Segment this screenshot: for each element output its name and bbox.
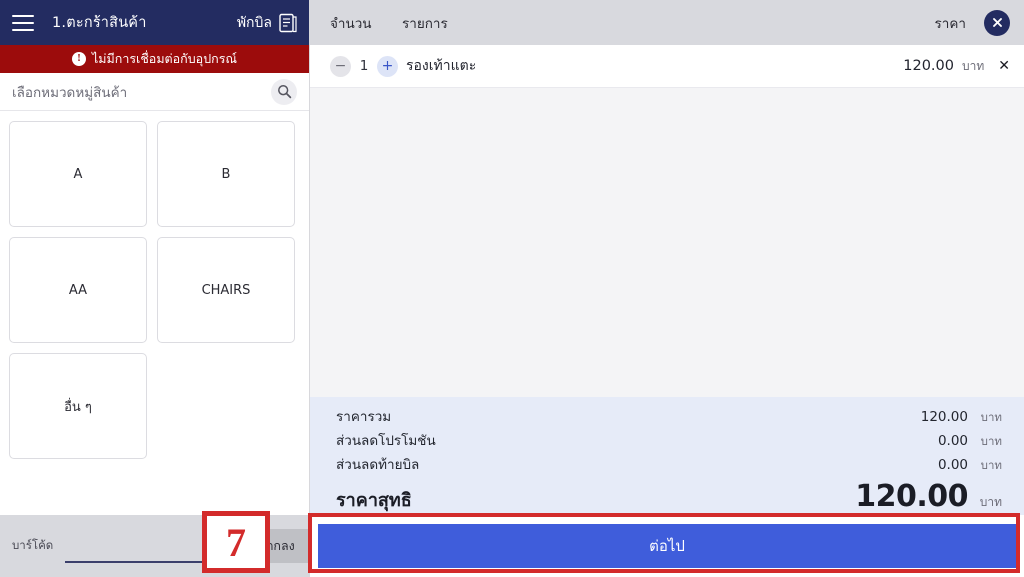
category-tile[interactable]: A [9, 121, 147, 227]
summary-row-subtotal: ราคารวม 120.00 บาท [336, 405, 1002, 429]
summary-label: ราคารวม [336, 409, 392, 425]
category-tile[interactable]: B [157, 121, 295, 227]
summary-unit: บาท [980, 458, 1002, 472]
category-search-input[interactable]: เลือกหมวดหมู่สินค้า [12, 81, 127, 103]
decrease-qty-button[interactable]: − [330, 55, 351, 77]
page-title: 1.ตะกร้าสินค้า [52, 15, 147, 31]
increase-qty-button[interactable]: + [377, 55, 398, 77]
column-header-price: ราคา [934, 15, 966, 32]
category-label: B [221, 166, 231, 182]
net-total-label: ราคาสุทธิ [336, 490, 412, 511]
item-price-unit: บาท [962, 58, 985, 73]
hold-bill-label: พักบิล [236, 14, 272, 31]
hold-bill-button[interactable]: พักบิล [237, 12, 297, 34]
pos-screen: 1.ตะกร้าสินค้า พักบิล ! ไม่มีการเชื่อมต่… [0, 0, 1024, 577]
close-icon[interactable] [984, 9, 1010, 36]
category-tile[interactable]: AA [9, 237, 147, 343]
barcode-label: บาร์โค้ด [12, 538, 54, 552]
item-quantity: 1 [359, 58, 369, 74]
category-search-row: เลือกหมวดหมู่สินค้า [0, 73, 309, 111]
remove-item-button[interactable]: ✕ [998, 58, 1010, 74]
category-label: CHAIRS [201, 282, 251, 298]
annotation-step-number: 7 [202, 511, 270, 573]
receipt-icon [279, 13, 297, 33]
search-icon[interactable] [271, 78, 297, 105]
summary-value: 120.00 [920, 409, 968, 425]
summary-label: ส่วนลดโปรโมชัน [336, 433, 436, 449]
app-topbar: 1.ตะกร้าสินค้า พักบิล [0, 0, 309, 45]
column-header-item: รายการ [402, 15, 448, 32]
net-total-value: 120.00 [855, 479, 968, 514]
cart-summary: ราคารวม 120.00 บาท ส่วนลดโปรโมชัน 0.00 บ… [310, 397, 1024, 515]
cart-item-list: − 1 + รองเท้าแตะ 120.00 บาท ✕ [310, 45, 1024, 397]
device-disconnected-alert: ! ไม่มีการเชื่อมต่อกับอุปกรณ์ [0, 45, 309, 73]
category-tile[interactable]: อื่น ๆ [9, 353, 147, 459]
next-button[interactable]: ต่อไป [318, 524, 1016, 568]
item-price: 120.00 [903, 58, 954, 74]
cart-panel: จำนวน รายการ ราคา − 1 + รองเท้าแตะ 120.0… [310, 0, 1024, 577]
summary-value: 0.00 [937, 433, 968, 449]
summary-unit: บาท [980, 410, 1002, 424]
column-header-qty: จำนวน [330, 15, 372, 32]
summary-row-bill-discount: ส่วนลดท้ายบิล 0.00 บาท [336, 453, 1002, 477]
category-label: อื่น ๆ [64, 399, 92, 415]
net-total-unit: บาท [979, 495, 1002, 509]
next-button-container: ต่อไป [310, 515, 1024, 577]
category-grid: A B AA CHAIRS อื่น ๆ [0, 111, 309, 515]
category-label: AA [68, 282, 88, 298]
summary-label: ส่วนลดท้ายบิล [336, 457, 420, 473]
summary-row-promo-discount: ส่วนลดโปรโมชัน 0.00 บาท [336, 429, 1002, 453]
left-panel: 1.ตะกร้าสินค้า พักบิล ! ไม่มีการเชื่อมต่… [0, 0, 310, 577]
exclamation-icon: ! [71, 52, 86, 66]
summary-row-net-total: ราคาสุทธิ 120.00 บาท [336, 479, 1002, 515]
summary-value: 0.00 [937, 457, 968, 473]
alert-message: ไม่มีการเชื่อมต่อกับอุปกรณ์ [91, 51, 238, 66]
table-row[interactable]: − 1 + รองเท้าแตะ 120.00 บาท ✕ [310, 45, 1024, 88]
cart-header: จำนวน รายการ ราคา [310, 0, 1024, 45]
next-button-label: ต่อไป [649, 537, 685, 555]
summary-unit: บาท [980, 434, 1002, 448]
category-tile[interactable]: CHAIRS [157, 237, 295, 343]
item-name: รองเท้าแตะ [406, 58, 477, 74]
category-label: A [73, 166, 83, 182]
hamburger-icon[interactable] [12, 14, 34, 31]
